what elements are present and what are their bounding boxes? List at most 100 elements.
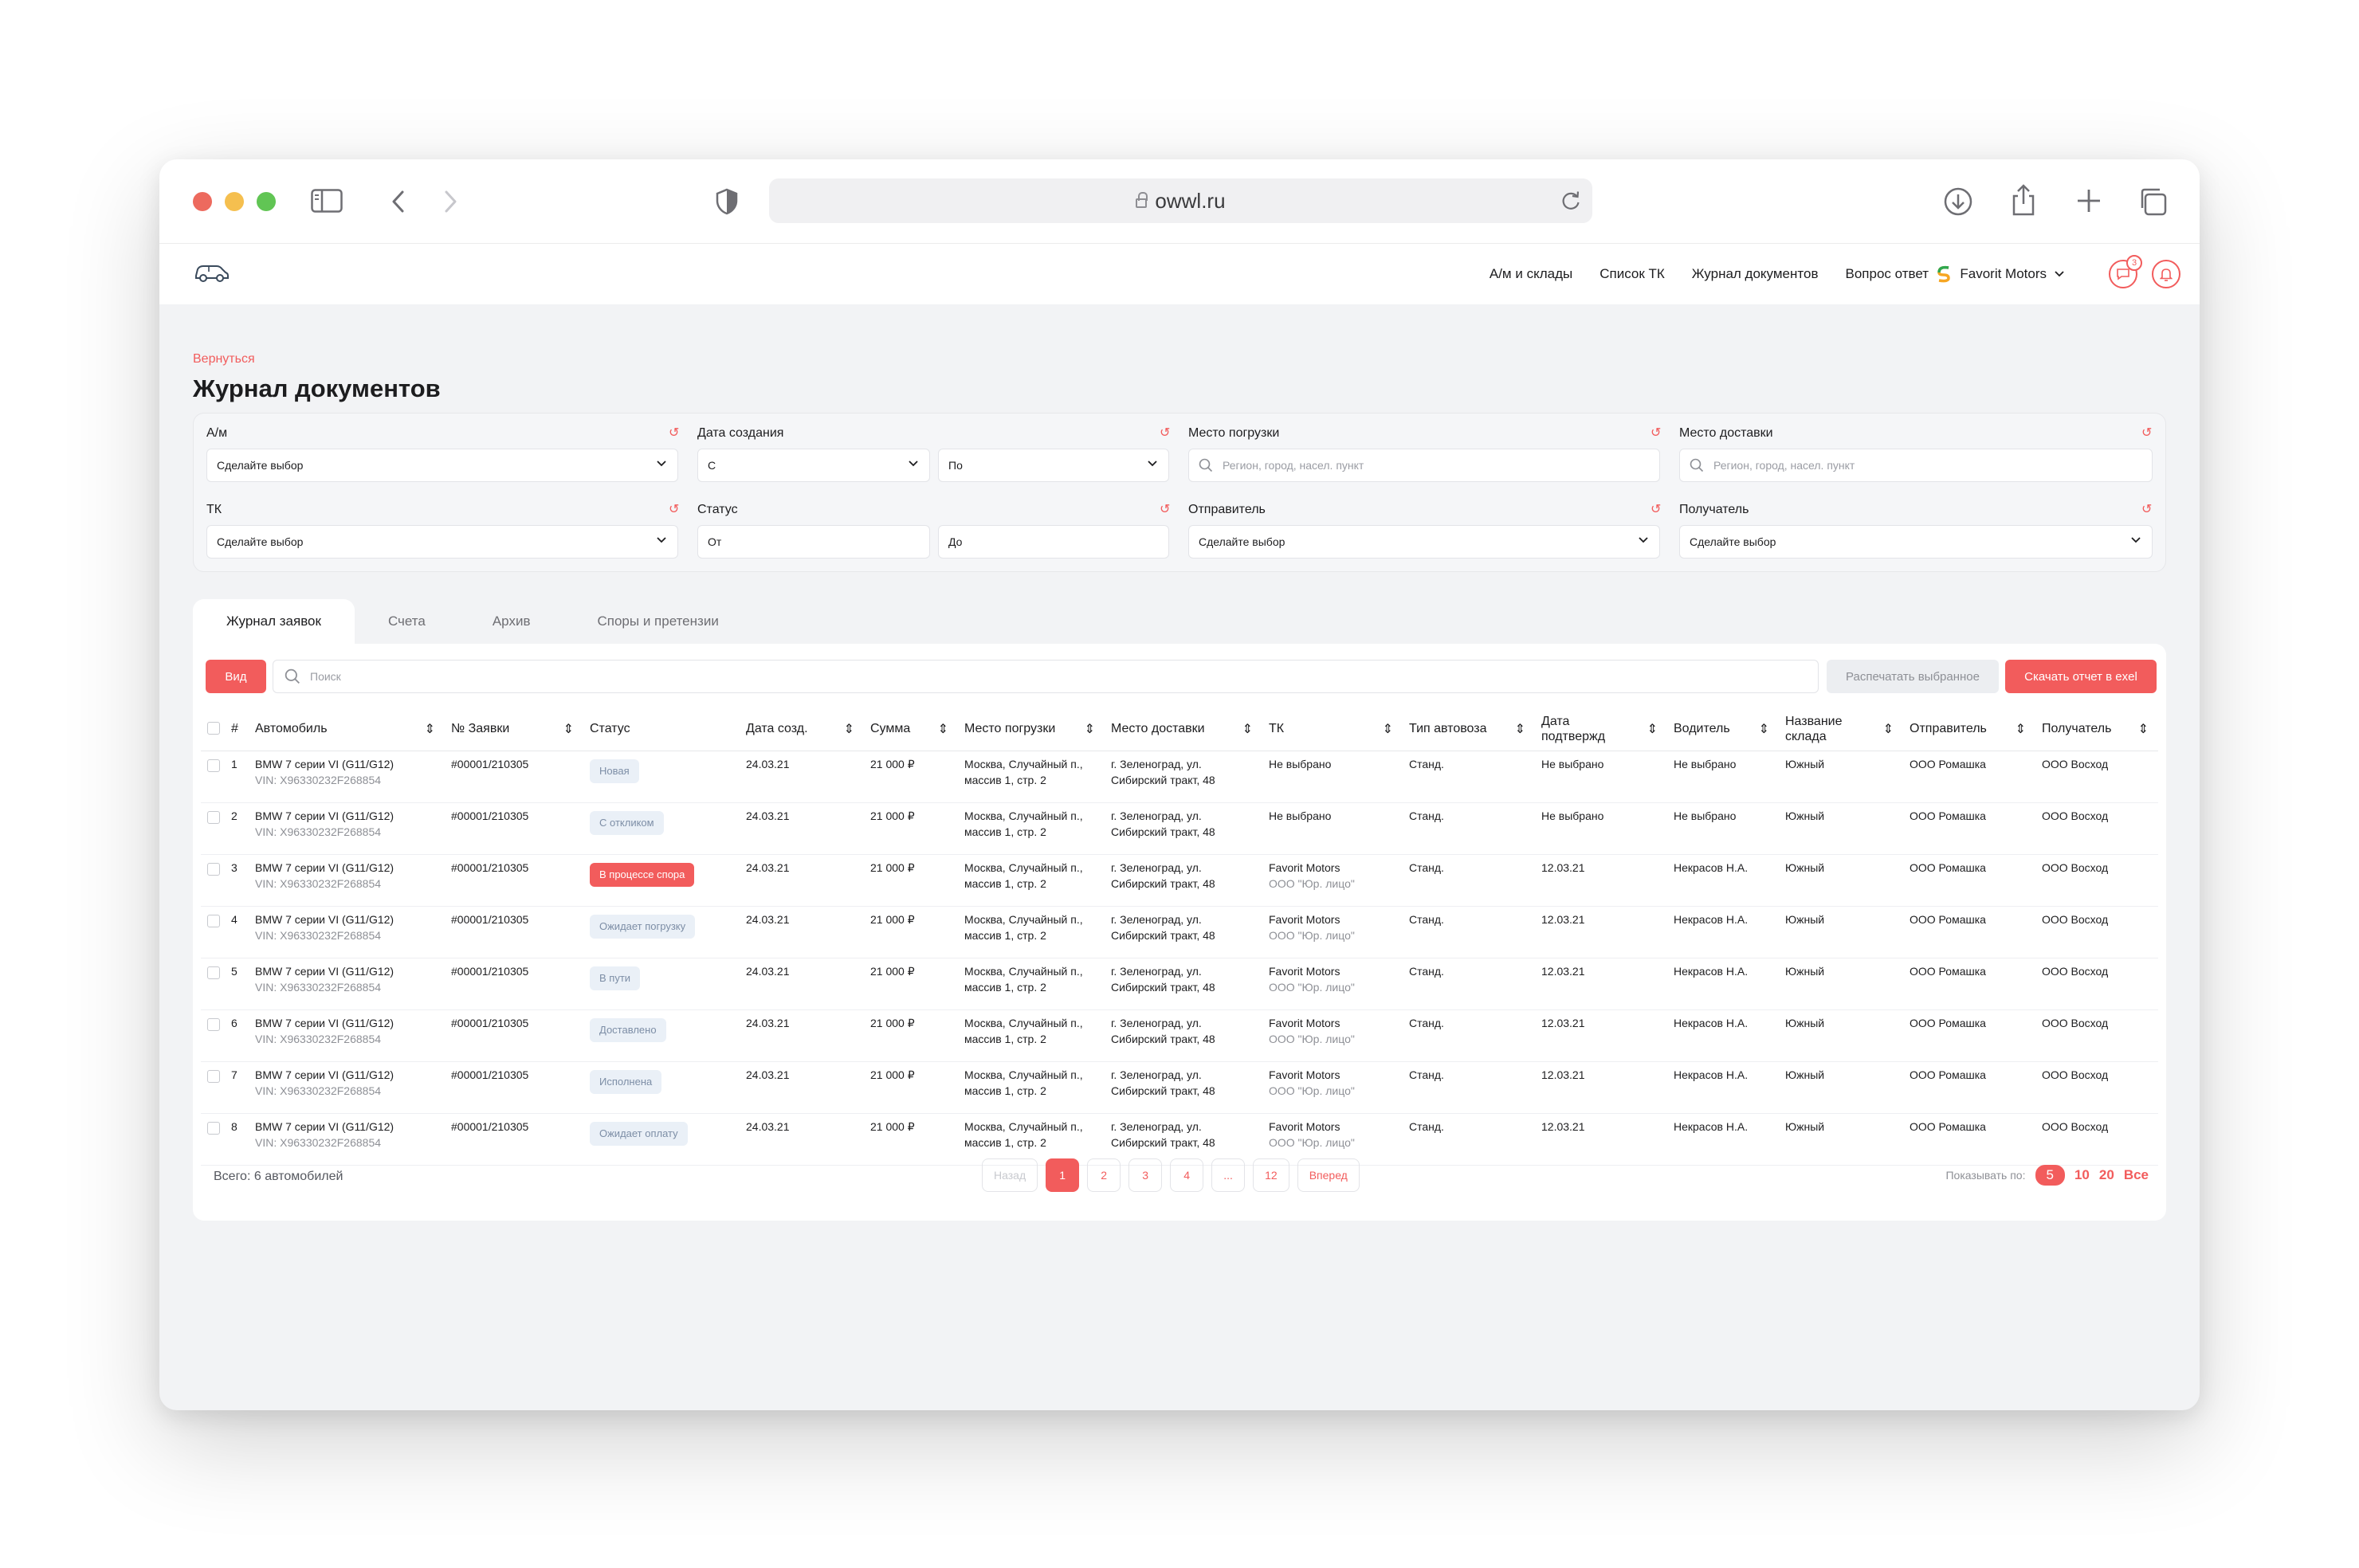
next-page-button[interactable]: Вперед xyxy=(1297,1158,1360,1192)
sort-icon[interactable]: ⇕ xyxy=(425,722,435,737)
page-2-button[interactable]: 2 xyxy=(1087,1158,1121,1192)
row-checkbox[interactable] xyxy=(207,966,220,979)
tab-overview-icon[interactable] xyxy=(2137,186,2168,221)
created-from-select[interactable]: С xyxy=(697,449,930,482)
order-number[interactable]: #00001/210305 xyxy=(445,802,583,855)
status-to-input[interactable]: До xyxy=(938,525,1169,559)
sort-icon[interactable]: ⇕ xyxy=(1383,722,1393,737)
tk-select[interactable]: Сделайте выбор xyxy=(206,525,678,559)
reload-icon[interactable] xyxy=(1560,190,1581,218)
search-input[interactable]: Поиск xyxy=(273,660,1819,693)
address-bar[interactable]: owwl.ru xyxy=(769,178,1592,223)
select-all-checkbox[interactable] xyxy=(207,722,220,735)
order-number[interactable]: #00001/210305 xyxy=(445,906,583,958)
sort-icon[interactable]: ⇕ xyxy=(2016,722,2026,737)
table-row[interactable]: 7 BMW 7 серии VI (G11/G12) VIN: X96330232F… xyxy=(201,1061,2158,1114)
reset-icon[interactable]: ↺ xyxy=(1651,425,1661,441)
created-to-select[interactable]: По xyxy=(938,449,1169,482)
per-page-20[interactable]: 20 xyxy=(2099,1167,2114,1183)
reset-icon[interactable]: ↺ xyxy=(2141,501,2152,517)
row-checkbox[interactable] xyxy=(207,914,220,927)
tab-disputes[interactable]: Споры и претензии xyxy=(563,599,752,644)
download-icon[interactable] xyxy=(1943,186,1973,221)
status-from-input[interactable]: От xyxy=(697,525,930,559)
reset-icon[interactable]: ↺ xyxy=(1160,501,1170,517)
maximize-window-button[interactable] xyxy=(257,192,276,211)
reset-icon[interactable]: ↺ xyxy=(669,501,679,517)
col-order[interactable]: № Заявки ⇕ xyxy=(445,708,583,751)
reset-icon[interactable]: ↺ xyxy=(669,425,679,441)
car-select[interactable]: Сделайте выбор xyxy=(206,449,678,482)
sort-icon[interactable]: ⇕ xyxy=(2138,722,2149,737)
page-4-button[interactable]: 4 xyxy=(1170,1158,1204,1192)
company-switcher[interactable]: Favorit Motors xyxy=(1936,244,2064,304)
minimize-window-button[interactable] xyxy=(225,192,244,211)
table-row[interactable]: 2 BMW 7 серии VI (G11/G12) VIN: X96330232F… xyxy=(201,802,2158,855)
print-selected-button[interactable]: Распечатать выбранное xyxy=(1827,660,1999,693)
col-driver[interactable]: Водитель ⇕ xyxy=(1667,708,1779,751)
nav-cars-warehouses[interactable]: А/м и склады xyxy=(1490,266,1572,282)
close-window-button[interactable] xyxy=(193,192,212,211)
col-receiver[interactable]: Получатель ⇕ xyxy=(2035,708,2158,751)
car-logo-icon[interactable] xyxy=(193,260,230,288)
order-number[interactable]: #00001/210305 xyxy=(445,1009,583,1062)
reset-icon[interactable]: ↺ xyxy=(2141,425,2152,441)
page-3-button[interactable]: 3 xyxy=(1128,1158,1163,1192)
col-delivery[interactable]: Место доставки ⇕ xyxy=(1105,708,1262,751)
sort-icon[interactable]: ⇕ xyxy=(1759,722,1769,737)
per-page-5[interactable]: 5 xyxy=(2035,1165,2065,1186)
tab-invoices[interactable]: Счета xyxy=(355,599,459,644)
row-checkbox[interactable] xyxy=(207,1121,220,1135)
export-excel-button[interactable]: Скачать отчет в exel xyxy=(2005,660,2157,693)
per-page-all[interactable]: Все xyxy=(2124,1167,2149,1183)
order-number[interactable]: #00001/210305 xyxy=(445,751,583,803)
row-checkbox[interactable] xyxy=(207,759,220,772)
back-link[interactable]: Вернуться xyxy=(193,352,255,367)
shield-icon[interactable] xyxy=(715,188,739,219)
table-row[interactable]: 5 BMW 7 серии VI (G11/G12) VIN: X96330232F… xyxy=(201,958,2158,1010)
order-number[interactable]: #00001/210305 xyxy=(445,958,583,1010)
row-checkbox[interactable] xyxy=(207,1017,220,1031)
sort-icon[interactable]: ⇕ xyxy=(938,722,948,737)
per-page-10[interactable]: 10 xyxy=(2074,1167,2090,1183)
table-row[interactable]: 3 BMW 7 серии VI (G11/G12) VIN: X96330232F… xyxy=(201,854,2158,907)
sort-icon[interactable]: ⇕ xyxy=(1647,722,1658,737)
nav-faq[interactable]: Вопрос ответ xyxy=(1845,266,1929,282)
sort-icon[interactable]: ⇕ xyxy=(1242,722,1253,737)
reset-icon[interactable]: ↺ xyxy=(1651,501,1661,517)
view-button[interactable]: Вид xyxy=(206,660,266,693)
col-tk[interactable]: ТК ⇕ xyxy=(1262,708,1403,751)
row-checkbox[interactable] xyxy=(207,862,220,876)
table-row[interactable]: 4 BMW 7 серии VI (G11/G12) VIN: X96330232F… xyxy=(201,906,2158,958)
share-icon[interactable] xyxy=(2011,183,2036,221)
nav-tk-list[interactable]: Список ТК xyxy=(1599,266,1665,282)
messages-button[interactable]: 3 xyxy=(2109,255,2142,288)
order-number[interactable]: #00001/210305 xyxy=(445,854,583,907)
receiver-select[interactable]: Сделайте выбор xyxy=(1679,525,2153,559)
table-row[interactable]: 6 BMW 7 серии VI (G11/G12) VIN: X96330232F… xyxy=(201,1009,2158,1062)
col-warehouse[interactable]: Название склада ⇕ xyxy=(1779,708,1903,751)
sort-icon[interactable]: ⇕ xyxy=(1515,722,1525,737)
delivery-place-input[interactable]: Регион, город, насел. пункт xyxy=(1679,449,2153,482)
page-12-button[interactable]: 12 xyxy=(1253,1158,1289,1192)
reset-icon[interactable]: ↺ xyxy=(1160,425,1170,441)
notifications-button[interactable] xyxy=(2152,260,2180,288)
tab-archive[interactable]: Архив xyxy=(459,599,564,644)
sender-select[interactable]: Сделайте выбор xyxy=(1188,525,1660,559)
col-carrier-type[interactable]: Тип автовоза ⇕ xyxy=(1403,708,1535,751)
page-1-button[interactable]: 1 xyxy=(1046,1158,1080,1192)
table-row[interactable]: 1 BMW 7 серии VI (G11/G12) VIN: X96330232F… xyxy=(201,751,2158,803)
new-tab-icon[interactable] xyxy=(2076,188,2102,218)
col-car[interactable]: Автомобиль ⇕ xyxy=(249,708,445,751)
tab-requests-journal[interactable]: Журнал заявок xyxy=(193,599,355,644)
sort-icon[interactable]: ⇕ xyxy=(1883,722,1894,737)
col-sender[interactable]: Отправитель ⇕ xyxy=(1903,708,2035,751)
col-sum[interactable]: Сумма ⇕ xyxy=(864,708,958,751)
col-loading[interactable]: Место погрузки ⇕ xyxy=(958,708,1105,751)
loading-place-input[interactable]: Регион, город, насел. пункт xyxy=(1188,449,1660,482)
order-number[interactable]: #00001/210305 xyxy=(445,1061,583,1114)
col-confirmed[interactable]: Дата подтвержд ⇕ xyxy=(1535,708,1667,751)
forward-arrow-icon[interactable] xyxy=(442,190,458,218)
sort-icon[interactable]: ⇕ xyxy=(844,722,854,737)
sidebar-toggle-icon[interactable] xyxy=(311,189,343,217)
